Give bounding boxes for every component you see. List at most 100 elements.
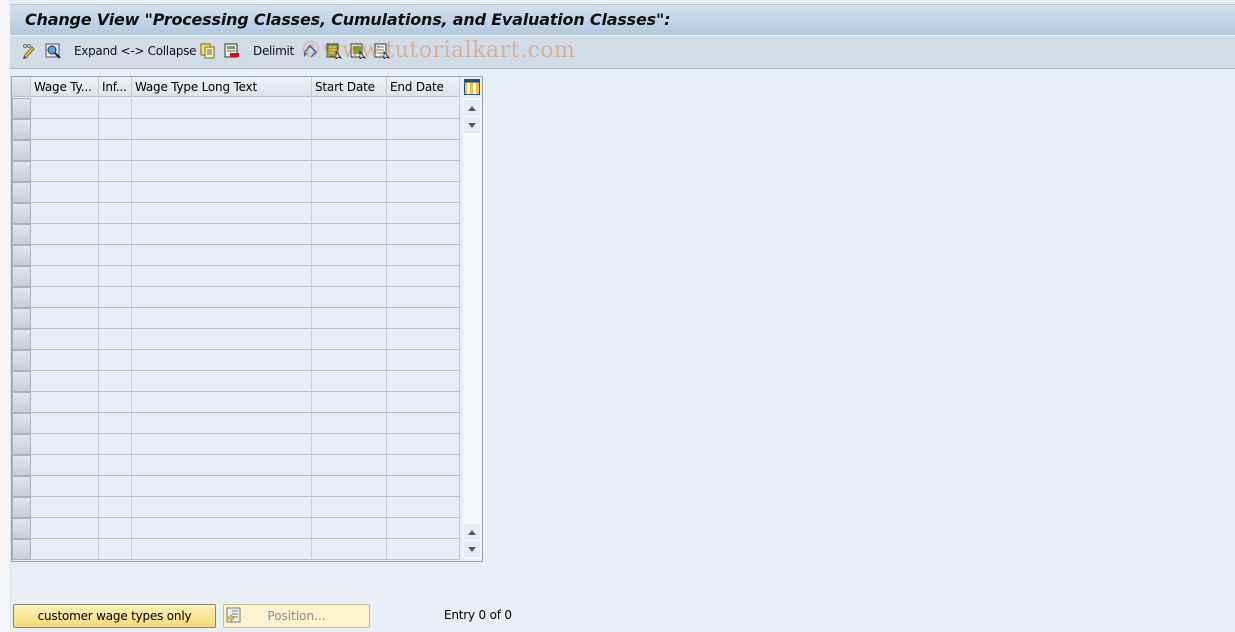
cell-end-date[interactable]	[387, 518, 460, 539]
cell-long-text[interactable]	[132, 497, 312, 518]
cell-start-date[interactable]	[312, 203, 387, 224]
cell-start-date[interactable]	[312, 287, 387, 308]
cell-start-date[interactable]	[312, 140, 387, 161]
cell-start-date[interactable]	[312, 539, 387, 560]
row-selector[interactable]	[12, 161, 31, 182]
column-header-long-text[interactable]: Wage Type Long Text	[132, 77, 312, 97]
cell-start-date[interactable]	[312, 329, 387, 350]
column-header-start-date[interactable]: Start Date	[312, 77, 387, 97]
row-selector[interactable]	[12, 287, 31, 308]
cell-start-date[interactable]	[312, 98, 387, 119]
cell-end-date[interactable]	[387, 455, 460, 476]
cell-end-date[interactable]	[387, 350, 460, 371]
cell-end-date[interactable]	[387, 287, 460, 308]
cell-start-date[interactable]	[312, 371, 387, 392]
cell-wage-type[interactable]	[31, 434, 99, 455]
delimit-button[interactable]: Delimit	[253, 41, 294, 61]
row-selector[interactable]	[12, 119, 31, 140]
cell-long-text[interactable]	[132, 350, 312, 371]
cell-start-date[interactable]	[312, 392, 387, 413]
row-selector[interactable]	[12, 539, 31, 560]
cell-wage-type[interactable]	[31, 455, 99, 476]
cell-end-date[interactable]	[387, 329, 460, 350]
cell-infotype[interactable]	[99, 539, 132, 560]
select-block-button[interactable]	[350, 41, 367, 61]
delete-button[interactable]	[224, 41, 240, 61]
cell-infotype[interactable]	[99, 140, 132, 161]
deselect-all-button[interactable]	[374, 41, 391, 61]
cell-long-text[interactable]	[132, 161, 312, 182]
cell-wage-type[interactable]	[31, 245, 99, 266]
cell-end-date[interactable]	[387, 98, 460, 119]
cell-long-text[interactable]	[132, 413, 312, 434]
scroll-page-down-button[interactable]	[464, 117, 480, 133]
cell-wage-type[interactable]	[31, 392, 99, 413]
cell-long-text[interactable]	[132, 329, 312, 350]
customer-wage-types-only-button[interactable]: customer wage types only	[13, 604, 216, 628]
row-selector[interactable]	[12, 245, 31, 266]
cell-long-text[interactable]	[132, 119, 312, 140]
cell-wage-type[interactable]	[31, 329, 99, 350]
cell-long-text[interactable]	[132, 140, 312, 161]
cell-wage-type[interactable]	[31, 539, 99, 560]
cell-wage-type[interactable]	[31, 161, 99, 182]
row-selector[interactable]	[12, 371, 31, 392]
row-selector[interactable]	[12, 392, 31, 413]
cell-infotype[interactable]	[99, 518, 132, 539]
cell-infotype[interactable]	[99, 266, 132, 287]
cell-long-text[interactable]	[132, 182, 312, 203]
cell-infotype[interactable]	[99, 392, 132, 413]
cell-end-date[interactable]	[387, 140, 460, 161]
cell-start-date[interactable]	[312, 224, 387, 245]
cell-end-date[interactable]	[387, 161, 460, 182]
cell-start-date[interactable]	[312, 119, 387, 140]
cell-start-date[interactable]	[312, 245, 387, 266]
cell-wage-type[interactable]	[31, 182, 99, 203]
copy-button[interactable]	[200, 41, 216, 61]
cell-wage-type[interactable]	[31, 308, 99, 329]
cell-infotype[interactable]	[99, 287, 132, 308]
cell-infotype[interactable]	[99, 329, 132, 350]
cell-long-text[interactable]	[132, 224, 312, 245]
row-selector[interactable]	[12, 476, 31, 497]
row-selector[interactable]	[12, 308, 31, 329]
cell-start-date[interactable]	[312, 497, 387, 518]
undo-change-button[interactable]	[302, 41, 318, 61]
cell-long-text[interactable]	[132, 266, 312, 287]
scroll-down-button[interactable]	[464, 541, 480, 557]
cell-start-date[interactable]	[312, 308, 387, 329]
cell-infotype[interactable]	[99, 371, 132, 392]
row-selector[interactable]	[12, 497, 31, 518]
row-selector[interactable]	[12, 350, 31, 371]
cell-wage-type[interactable]	[31, 413, 99, 434]
cell-wage-type[interactable]	[31, 266, 99, 287]
cell-long-text[interactable]	[132, 308, 312, 329]
row-selector[interactable]	[12, 518, 31, 539]
cell-end-date[interactable]	[387, 308, 460, 329]
cell-long-text[interactable]	[132, 245, 312, 266]
cell-long-text[interactable]	[132, 371, 312, 392]
cell-infotype[interactable]	[99, 434, 132, 455]
cell-infotype[interactable]	[99, 245, 132, 266]
cell-wage-type[interactable]	[31, 287, 99, 308]
cell-start-date[interactable]	[312, 455, 387, 476]
cell-long-text[interactable]	[132, 203, 312, 224]
display-change-button[interactable]	[21, 41, 37, 61]
cell-wage-type[interactable]	[31, 98, 99, 119]
row-selector[interactable]	[12, 140, 31, 161]
cell-end-date[interactable]	[387, 224, 460, 245]
cell-long-text[interactable]	[132, 518, 312, 539]
cell-start-date[interactable]	[312, 413, 387, 434]
row-selector[interactable]	[12, 224, 31, 245]
column-header-wage-type[interactable]: Wage Ty...	[31, 77, 99, 97]
cell-infotype[interactable]	[99, 350, 132, 371]
cell-wage-type[interactable]	[31, 224, 99, 245]
row-selector[interactable]	[12, 98, 31, 119]
cell-wage-type[interactable]	[31, 371, 99, 392]
cell-end-date[interactable]	[387, 497, 460, 518]
cell-end-date[interactable]	[387, 245, 460, 266]
cell-wage-type[interactable]	[31, 518, 99, 539]
cell-long-text[interactable]	[132, 476, 312, 497]
cell-end-date[interactable]	[387, 434, 460, 455]
cell-long-text[interactable]	[132, 455, 312, 476]
